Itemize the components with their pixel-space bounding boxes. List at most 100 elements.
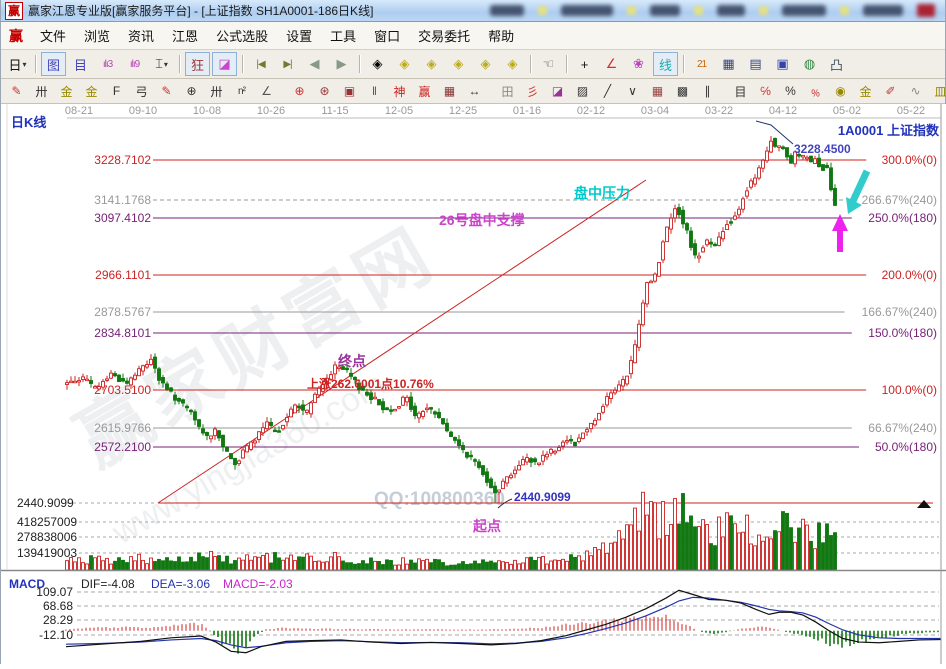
calculator-icon[interactable]: ▦ xyxy=(716,52,741,76)
target-star-icon[interactable]: ⊛ xyxy=(313,81,336,102)
spiral-tool-icon[interactable]: 弓 xyxy=(130,81,153,102)
grid-box2-icon[interactable]: ▩ xyxy=(671,81,694,102)
ying-tool-icon[interactable]: 赢 xyxy=(413,81,436,102)
gann-nav-compress-icon[interactable]: ◈ xyxy=(446,52,471,76)
network-icon[interactable]: ◍ xyxy=(797,52,822,76)
quote-marks-icon[interactable]: ‖ xyxy=(363,81,386,102)
svg-text:-12.10: -12.10 xyxy=(39,628,73,642)
info-list-icon[interactable]: 目 xyxy=(68,52,93,76)
arrow-pencil-icon[interactable]: ✐ xyxy=(879,81,902,102)
fan-box2-icon[interactable]: ▨ xyxy=(571,81,594,102)
percent-line-icon[interactable]: ﹪ xyxy=(804,81,827,102)
svg-text:3228.4500: 3228.4500 xyxy=(794,142,851,156)
menu-item-6[interactable]: 设置 xyxy=(277,26,321,47)
kline-chart[interactable]: 赢家财富网www.yingjia360.comQQ:10080036008-21… xyxy=(1,104,946,664)
box-grid-icon[interactable]: 田 xyxy=(496,81,519,102)
crosshair-tool-icon[interactable]: + xyxy=(572,52,597,76)
pencil-tool-icon[interactable]: ✎ xyxy=(5,81,28,102)
hand-tool-icon[interactable]: ☜ xyxy=(536,52,561,76)
menu-item-9[interactable]: 交易委托 xyxy=(409,26,479,47)
trend-line-icon[interactable]: ╱ xyxy=(596,81,619,102)
titlebar-blurred-item xyxy=(650,5,680,16)
menu-item-7[interactable]: 工具 xyxy=(321,26,365,47)
shen-tool-icon[interactable]: 神 xyxy=(388,81,411,102)
line-tools-icon[interactable]: 线 xyxy=(653,52,678,76)
gann-wheel-icon[interactable]: ❀ xyxy=(626,52,651,76)
gann-nav-full-icon[interactable]: ◈ xyxy=(500,52,525,76)
chart-pattern-icon[interactable]: 图 xyxy=(41,52,66,76)
width-arrows-icon[interactable]: ↔ xyxy=(463,81,486,102)
menu-items: 文件浏览资讯江恩公式选股设置工具窗口交易委托帮助 xyxy=(31,26,523,46)
chart-area[interactable]: 赢家财富网www.yingjia360.comQQ:10080036008-21… xyxy=(1,104,946,664)
grid-tool-icon[interactable]: 卅 xyxy=(30,81,53,102)
svg-text:2834.8101: 2834.8101 xyxy=(94,326,151,340)
angle-tool-icon[interactable]: ∠ xyxy=(255,81,278,102)
candle-style-icon[interactable]: ⌶▾ xyxy=(149,52,174,76)
window-title: 赢家江恩专业版[赢家服务平台] - [上证指数 SH1A0001-186日K线] xyxy=(28,2,373,19)
svg-text:05-22: 05-22 xyxy=(897,105,925,117)
gold-grid-2-icon[interactable]: 金 xyxy=(80,81,103,102)
target-red-icon[interactable]: ⊕ xyxy=(288,81,311,102)
percent-tri-icon[interactable]: ℅ xyxy=(754,81,777,102)
svg-text:68.68: 68.68 xyxy=(43,599,73,613)
v-line-icon[interactable]: ∨ xyxy=(621,81,644,102)
go-last-button[interactable]: ▶| xyxy=(275,52,300,76)
calendar-icon[interactable]: 21 xyxy=(689,52,714,76)
save-icon[interactable]: ▣ xyxy=(770,52,795,76)
levels-tool-icon[interactable]: 目 xyxy=(729,81,752,102)
svg-text:2615.9766: 2615.9766 xyxy=(94,421,151,435)
bars-3-icon[interactable]: ılı3 xyxy=(95,52,120,76)
grid-123-icon[interactable]: ▦ xyxy=(438,81,461,102)
bars-9-icon[interactable]: ılı9 xyxy=(122,52,147,76)
menu-item-8[interactable]: 窗口 xyxy=(365,26,409,47)
gann-nav-left-icon[interactable]: ◈ xyxy=(365,52,390,76)
print-icon[interactable]: 凸 xyxy=(824,52,849,76)
svg-text:上涨262.6001点10.76%: 上涨262.6001点10.76% xyxy=(307,376,434,391)
percent-icon[interactable]: % xyxy=(779,81,802,102)
svg-text:03-22: 03-22 xyxy=(705,105,733,117)
n2-tool-icon[interactable]: n² xyxy=(230,81,253,102)
svg-text:12-05: 12-05 xyxy=(385,105,413,117)
grid-mesh-icon[interactable]: ▦ xyxy=(646,81,669,102)
menu-item-3[interactable]: 资讯 xyxy=(119,26,163,47)
svg-text:2440.9099: 2440.9099 xyxy=(514,490,571,504)
fan-box-icon[interactable]: ◪ xyxy=(546,81,569,102)
prev-bar-button[interactable]: ◀ xyxy=(302,52,327,76)
menu-item-5[interactable]: 公式选股 xyxy=(207,26,277,47)
ruler-grid-icon[interactable]: 卅 xyxy=(205,81,228,102)
period-selector[interactable]: 日▾ xyxy=(5,52,30,76)
svg-text:150.0%(180): 150.0%(180) xyxy=(868,326,937,340)
menu-item-1[interactable]: 文件 xyxy=(31,26,75,47)
svg-text:2966.1101: 2966.1101 xyxy=(95,268,151,282)
application-window: 赢 赢家江恩专业版[赢家服务平台] - [上证指数 SH1A0001-186日K… xyxy=(0,0,946,664)
toolbar-separator xyxy=(359,55,360,73)
kuang-indicator-icon[interactable]: 狂 xyxy=(185,52,210,76)
parallel-lines-icon[interactable]: ∥ xyxy=(696,81,719,102)
target-box-icon[interactable]: ▣ xyxy=(338,81,361,102)
svg-text:02-12: 02-12 xyxy=(577,105,605,117)
f-tool-icon[interactable]: F xyxy=(105,81,128,102)
gold-line-icon[interactable]: 金 xyxy=(854,81,877,102)
gold-grid-1-icon[interactable]: 金 xyxy=(55,81,78,102)
gann-nav-h-icon[interactable]: ◈ xyxy=(419,52,444,76)
menu-item-4[interactable]: 江恩 xyxy=(163,26,207,47)
svg-text:01-16: 01-16 xyxy=(513,105,541,117)
wave-tool-icon[interactable]: ∿ xyxy=(904,81,927,102)
toolbar-separator xyxy=(530,55,531,73)
gann-fan-icon[interactable]: 彡 xyxy=(521,81,544,102)
gold-top-icon[interactable]: 皿 xyxy=(929,81,946,102)
menu-item-2[interactable]: 浏览 xyxy=(75,26,119,47)
gold-circle-icon[interactable]: ◉ xyxy=(829,81,852,102)
svg-text:2878.5767: 2878.5767 xyxy=(94,305,151,319)
gann-nav-right-icon[interactable]: ◈ xyxy=(392,52,417,76)
notes-icon[interactable]: ▤ xyxy=(743,52,768,76)
compass-tool-icon[interactable]: ⊕ xyxy=(180,81,203,102)
menu-item-10[interactable]: 帮助 xyxy=(479,26,523,47)
go-first-button[interactable]: |◀ xyxy=(248,52,273,76)
pencil-ruler-icon[interactable]: ✎ xyxy=(155,81,178,102)
angle-measure-icon[interactable]: ∠ xyxy=(599,52,624,76)
gann-nav-expand-icon[interactable]: ◈ xyxy=(473,52,498,76)
svg-text:100.0%(0): 100.0%(0) xyxy=(882,383,937,397)
next-bar-button[interactable]: ▶ xyxy=(329,52,354,76)
volume-profile-icon[interactable]: ◪ xyxy=(212,52,237,76)
